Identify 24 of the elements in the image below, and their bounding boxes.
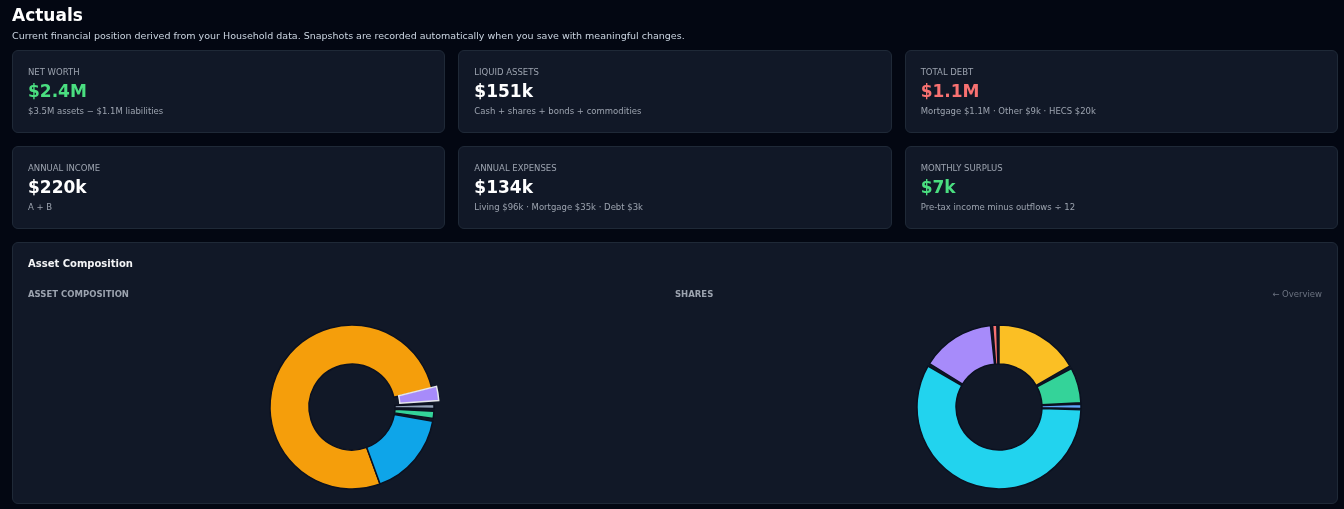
metric-note: Cash + shares + bonds + commodities	[474, 106, 643, 116]
chart-heading: ASSET COMPOSITION	[28, 289, 129, 299]
metric-value: $2.4M	[28, 81, 88, 101]
metric-note: Mortgage $1.1M · Other $9k · HECS $20k	[920, 106, 1097, 116]
metric-label: MONTHLY SURPLUS	[920, 163, 1004, 173]
page-subtitle: Current financial position derived from your Household data. Snapshots are recorded automatically when you save with meaningful changes.	[12, 30, 686, 41]
metric-note: A + B	[28, 202, 54, 212]
metric-label: TOTAL DEBT	[920, 67, 975, 77]
metric-label: NET WORTH	[28, 67, 81, 77]
metric-note: Pre-tax income minus outflows ÷ 12	[920, 202, 1077, 212]
panel-title: Asset Composition	[28, 258, 134, 269]
metric-note: $3.5M assets − $1.1M liabilities	[28, 106, 165, 116]
metric-label: ANNUAL EXPENSES	[474, 163, 558, 173]
metric-value: $1.1M	[920, 81, 981, 101]
metric-note: Living $96k · Mortgage $35k · Debt $3k	[474, 202, 645, 212]
metric-label: ANNUAL INCOME	[28, 163, 102, 173]
metric-label: LIQUID ASSETS	[474, 67, 540, 77]
metric-value: $134k	[474, 177, 534, 197]
page-title: Actuals	[12, 4, 84, 26]
metric-value: $7k	[920, 177, 957, 197]
overview-link[interactable]: ← Overview	[1272, 289, 1322, 299]
metric-value: $220k	[28, 177, 88, 197]
chart-heading: SHARES	[675, 289, 714, 299]
metric-value: $151k	[474, 81, 534, 101]
